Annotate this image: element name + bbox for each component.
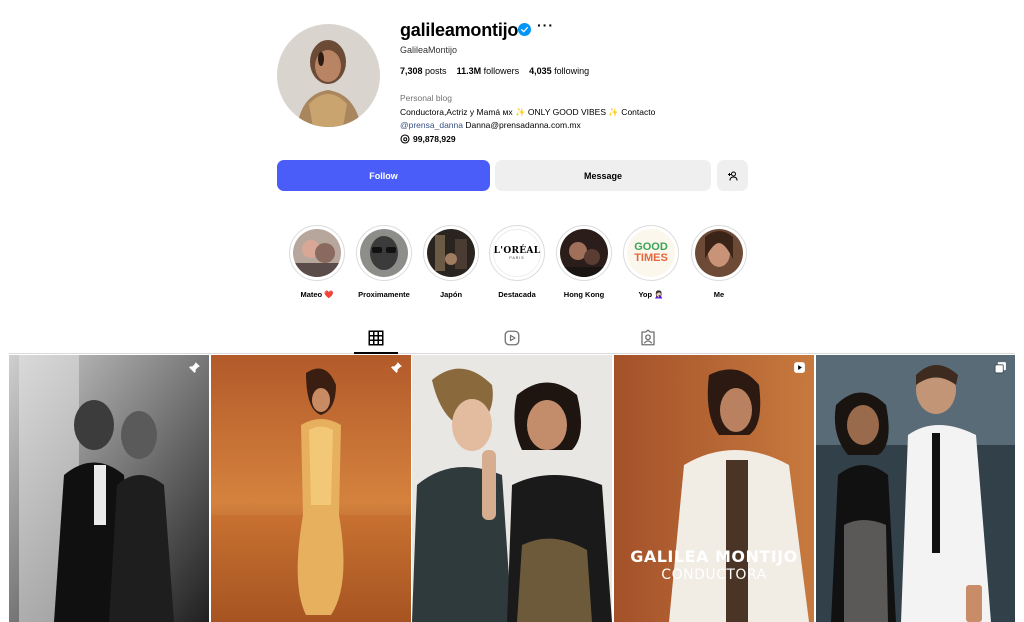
bio-email: Danna@prensadanna.com.mx <box>462 120 581 130</box>
post-tile[interactable] <box>412 355 612 622</box>
following-stat[interactable]: 4,035 following <box>529 66 589 76</box>
good-times-logo-icon: GOOD TIMES <box>627 229 675 277</box>
highlight-ring <box>423 225 479 281</box>
highlight-item[interactable]: Proximamente <box>354 225 414 299</box>
highlight-label: Japón <box>439 290 463 299</box>
posts-grid-tab-icon[interactable] <box>367 329 385 347</box>
highlight-cover <box>293 229 341 277</box>
highlight-label: Yop 🤦🏻‍♀️ <box>638 290 664 299</box>
post-tile[interactable]: GALILEA MONTIJO CONDUCTORA <box>614 355 814 622</box>
highlight-ring <box>556 225 612 281</box>
post-tile[interactable] <box>816 355 1015 622</box>
highlight-item[interactable]: Me <box>689 225 749 299</box>
pin-icon <box>391 362 402 373</box>
reels-tab-icon[interactable] <box>503 329 521 347</box>
highlight-ring <box>289 225 345 281</box>
highlight-label: Mateo ❤️ <box>300 290 334 299</box>
highlight-ring: L'ORÉAL PARIS <box>489 225 545 281</box>
profile-stats: 7,308 posts 11.3M followers 4,035 follow… <box>400 66 589 76</box>
highlight-ring <box>691 225 747 281</box>
loreal-logo-icon: L'ORÉAL PARIS <box>493 229 541 277</box>
tagged-tab-icon[interactable] <box>639 329 657 347</box>
post-tile[interactable] <box>9 355 209 622</box>
threads-icon <box>400 134 410 144</box>
message-button[interactable]: Message <box>495 160 711 191</box>
highlight-label: Hong Kong <box>563 290 605 299</box>
post-tile[interactable] <box>211 355 411 622</box>
more-options-button[interactable]: ··· <box>537 17 554 33</box>
highlight-item[interactable]: Japón <box>421 225 481 299</box>
post-overlay-title: GALILEA MONTIJO <box>630 547 798 566</box>
highlight-cover <box>427 229 475 277</box>
highlight-cover <box>695 229 743 277</box>
profile-full-name: GalileaMontijo <box>400 45 458 55</box>
tabs-divider <box>9 353 1015 354</box>
add-person-icon <box>727 171 737 181</box>
carousel-icon <box>994 362 1006 374</box>
reel-icon <box>794 362 805 373</box>
highlight-item[interactable]: GOOD TIMES Yop 🤦🏻‍♀️ <box>621 225 681 299</box>
highlight-label: Destacada <box>498 290 536 299</box>
highlight-cover <box>360 229 408 277</box>
verified-badge-icon <box>518 23 531 36</box>
highlight-label: Me <box>713 290 725 299</box>
profile-category: Personal blog <box>400 93 452 103</box>
highlight-label: Proximamente <box>358 290 410 299</box>
follow-button[interactable]: Follow <box>277 160 490 191</box>
profile-bio: Conductora,Actriz y Mamá ᴍx ✨ ONLY GOOD … <box>400 107 656 117</box>
profile-bio-contact: @prensa_danna Danna@prensadanna.com.mx <box>400 120 581 130</box>
post-overlay-subtitle: CONDUCTORA <box>661 567 767 583</box>
highlight-item[interactable]: Hong Kong <box>554 225 614 299</box>
profile-avatar[interactable] <box>277 24 380 127</box>
threads-count: 99,878,929 <box>413 134 456 144</box>
threads-link[interactable]: 99,878,929 <box>400 134 456 144</box>
followers-stat[interactable]: 11.3M followers <box>457 66 520 76</box>
active-tab-indicator <box>354 352 398 354</box>
suggested-users-button[interactable] <box>717 160 748 191</box>
pin-icon <box>189 362 200 373</box>
highlight-item[interactable]: Mateo ❤️ <box>287 225 347 299</box>
bio-mention-link[interactable]: @prensa_danna <box>400 120 463 130</box>
profile-username: galileamontijo <box>400 20 519 40</box>
posts-stat: 7,308 posts <box>400 66 447 76</box>
highlight-item[interactable]: L'ORÉAL PARIS Destacada <box>487 225 547 299</box>
highlight-ring <box>356 225 412 281</box>
highlight-cover <box>560 229 608 277</box>
highlight-ring: GOOD TIMES <box>623 225 679 281</box>
